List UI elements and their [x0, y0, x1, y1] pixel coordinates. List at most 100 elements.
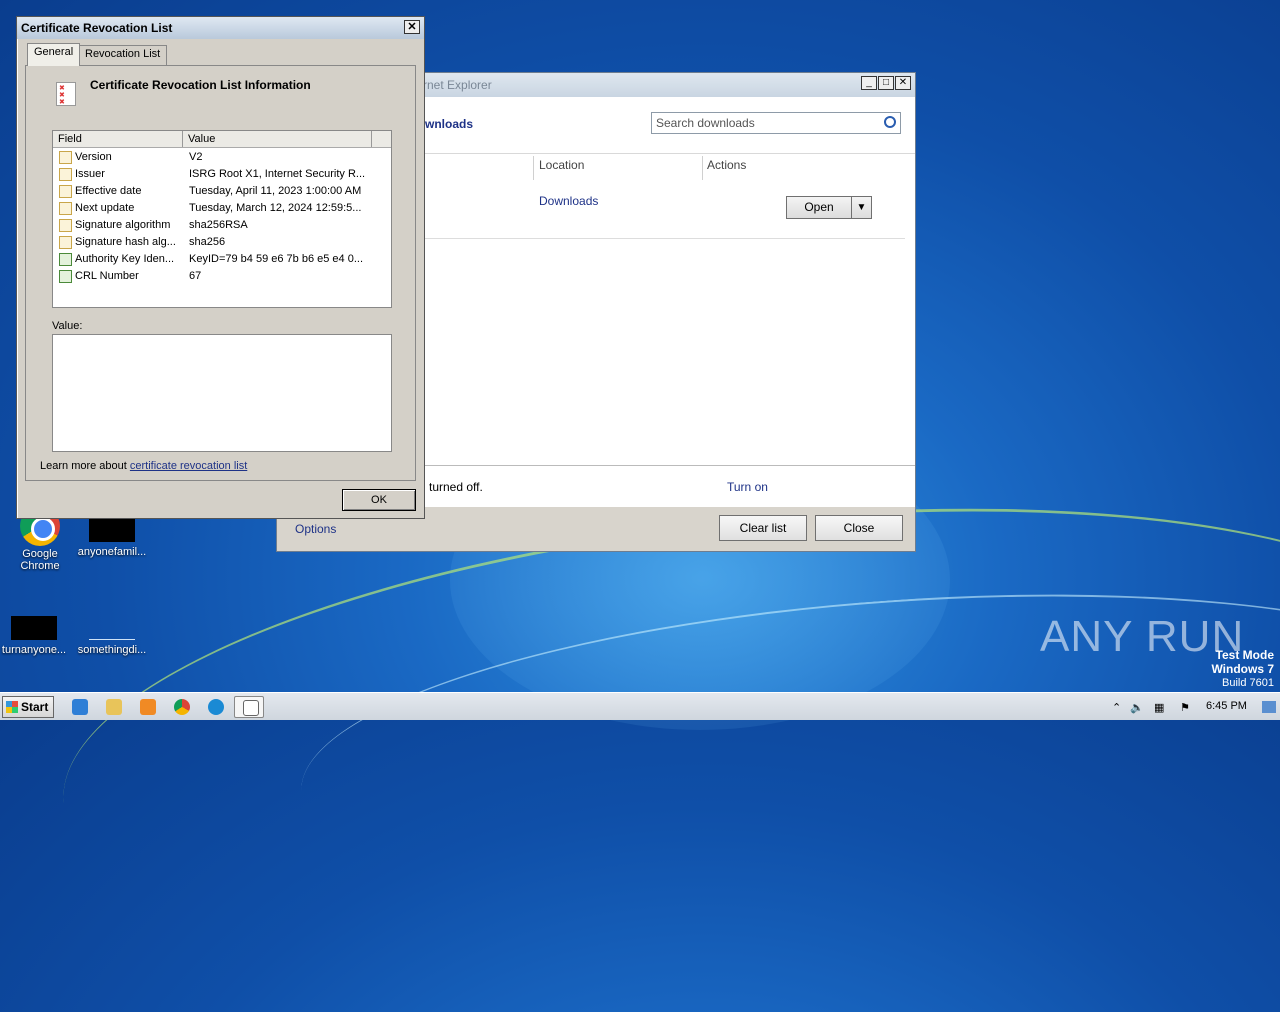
open-button[interactable]: Open: [787, 197, 851, 218]
row-field: Signature hash alg...: [75, 236, 176, 248]
crl-titlebar[interactable]: Certificate Revocation List ✕: [17, 17, 424, 39]
close-icon[interactable]: ✕: [404, 20, 420, 34]
close-window-button[interactable]: ✕: [895, 76, 911, 90]
turn-on-link[interactable]: Turn on: [727, 480, 768, 494]
clear-list-button[interactable]: Clear list: [719, 515, 807, 541]
open-split-button[interactable]: Open ▼: [786, 196, 872, 219]
certificate-icon: [243, 700, 259, 716]
learn-more-link[interactable]: certificate revocation list: [130, 460, 247, 472]
taskbar-edge[interactable]: [200, 696, 230, 718]
minimize-button[interactable]: _: [861, 76, 877, 90]
column-separator: [182, 131, 183, 147]
window-title: rnet Explorer: [423, 78, 492, 92]
table-row[interactable]: Next update Tuesday, March 12, 2024 12:5…: [53, 200, 391, 217]
table-row[interactable]: Authority Key Iden... KeyID=79 b4 59 e6 …: [53, 251, 391, 268]
search-downloads-input[interactable]: Search downloads: [651, 112, 901, 134]
tab-revocation-list[interactable]: Revocation List: [78, 45, 168, 65]
test-mode-line: Windows 7: [1211, 662, 1274, 676]
table-row[interactable]: CRL Number 67: [53, 268, 391, 285]
taskbar-media-player[interactable]: [132, 696, 162, 718]
downloads-heading: wnloads: [425, 117, 474, 131]
column-header-value[interactable]: Value: [188, 133, 215, 145]
download-location-link[interactable]: Downloads: [539, 194, 598, 208]
options-link[interactable]: Options: [295, 522, 336, 536]
volume-icon[interactable]: 🔈: [1130, 701, 1144, 714]
desktop-icon-file[interactable]: turnanyone...: [0, 616, 74, 656]
show-hidden-icons-chevron-icon[interactable]: ⌃: [1112, 701, 1124, 714]
column-header-actions[interactable]: Actions: [707, 158, 746, 172]
show-desktop-icon[interactable]: [1262, 701, 1276, 713]
search-icon[interactable]: [884, 116, 896, 128]
close-button[interactable]: Close: [815, 515, 903, 541]
column-header-field[interactable]: Field: [58, 133, 82, 145]
row-value: 67: [189, 270, 202, 282]
test-mode-watermark: Test Mode Windows 7 Build 7601: [1211, 648, 1274, 690]
table-row[interactable]: Issuer ISRG Root X1, Internet Security R…: [53, 166, 391, 183]
table-row[interactable]: Effective date Tuesday, April 11, 2023 1…: [53, 183, 391, 200]
desktop-icon-label: turnanyone...: [1, 644, 67, 656]
extension-icon: [59, 270, 72, 283]
certificate-revocation-icon: ✖ ✖ ✖: [56, 82, 76, 106]
action-center-flag-icon[interactable]: ⚑: [1180, 701, 1192, 714]
row-value: KeyID=79 b4 59 e6 7b b6 e5 e4 0...: [189, 253, 363, 265]
test-mode-line: Build 7601: [1222, 677, 1274, 689]
row-value: ISRG Root X1, Internet Security R...: [189, 168, 366, 180]
row-field: Effective date: [75, 185, 142, 197]
value-label: Value:: [52, 320, 83, 332]
row-field: Issuer: [75, 168, 105, 180]
desktop-icon-label: somethingdi...: [77, 644, 147, 656]
row-value: V2: [189, 151, 203, 163]
row-value: sha256RSA: [189, 219, 248, 231]
info-title: Certificate Revocation List Information: [90, 78, 311, 92]
taskbar-certificate[interactable]: [234, 696, 264, 718]
row-value: sha256: [189, 236, 226, 248]
desktop-icon-file[interactable]: somethingdi...: [72, 616, 152, 656]
row-field: Authority Key Iden...: [75, 253, 175, 265]
row-field: CRL Number: [75, 270, 139, 282]
learn-more-text: Learn more about certificate revocation …: [40, 460, 247, 472]
desktop-icon-label: Google Chrome: [20, 548, 60, 572]
media-player-icon: [140, 699, 156, 715]
row-field: Signature algorithm: [75, 219, 171, 231]
notice-text: turned off.: [429, 480, 483, 494]
maximize-button[interactable]: □: [878, 76, 894, 90]
doc-icon: [59, 151, 72, 164]
search-placeholder: Search downloads: [656, 116, 755, 130]
table-header: Field Value: [53, 131, 391, 148]
network-icon[interactable]: ▦: [1154, 701, 1166, 714]
doc-icon: [59, 219, 72, 232]
extension-icon: [59, 253, 72, 266]
taskbar-chrome[interactable]: [166, 696, 196, 718]
taskbar-internet-explorer[interactable]: [64, 696, 94, 718]
table-row[interactable]: Signature hash alg... sha256: [53, 234, 391, 251]
doc-icon: [59, 236, 72, 249]
internet-explorer-icon: [72, 699, 88, 715]
test-mode-line: Test Mode: [1215, 648, 1274, 662]
start-button[interactable]: Start: [2, 696, 54, 718]
desktop-icon-label: anyonefamil...: [77, 546, 147, 558]
general-tab-panel: ✖ ✖ ✖ Certificate Revocation List Informat…: [25, 65, 416, 481]
start-label: Start: [21, 700, 49, 714]
crl-fields-table[interactable]: Field Value Version V2 Issuer ISRG Root …: [52, 130, 392, 308]
crl-dialog: Certificate Revocation List ✕ General Re…: [16, 16, 425, 519]
column-separator: [533, 156, 534, 180]
doc-icon: [59, 202, 72, 215]
column-separator: [371, 131, 372, 147]
chevron-down-icon[interactable]: ▼: [851, 197, 871, 218]
file-icon: [89, 518, 135, 542]
table-row[interactable]: Version V2: [53, 149, 391, 166]
column-header-location[interactable]: Location: [539, 158, 584, 172]
taskbar-explorer[interactable]: [98, 696, 128, 718]
column-separator: [702, 156, 703, 180]
table-row[interactable]: Signature algorithm sha256RSA: [53, 217, 391, 234]
explorer-icon: [106, 699, 122, 715]
value-textbox[interactable]: [52, 334, 392, 452]
clock[interactable]: 6:45 PM: [1206, 700, 1247, 712]
tab-general[interactable]: General: [27, 43, 81, 66]
edge-icon: [208, 699, 224, 715]
row-divider: [417, 238, 905, 239]
file-icon: [89, 616, 135, 640]
windows-logo-icon: [6, 701, 18, 713]
desktop-icon-file[interactable]: anyonefamil...: [72, 518, 152, 558]
ok-button[interactable]: OK: [342, 489, 416, 511]
